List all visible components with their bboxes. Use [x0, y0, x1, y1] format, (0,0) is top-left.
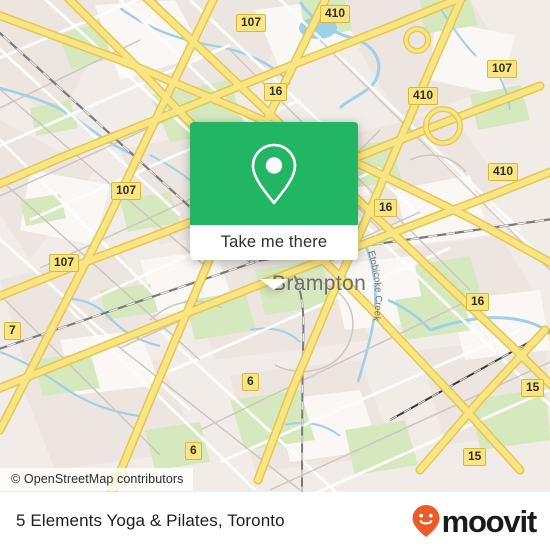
- place-title: 5 Elements Yoga & Pilates, Toronto: [16, 511, 285, 530]
- route-shield-label: 107: [116, 183, 137, 197]
- route-shield-label: 410: [493, 164, 514, 178]
- take-me-there-label: Take me there: [220, 233, 328, 251]
- route-shield-label: 16: [471, 294, 485, 308]
- route-shield: 410: [320, 5, 351, 23]
- map-attribution[interactable]: © OpenStreetMap contributors: [0, 468, 193, 491]
- route-shield-label: 16: [269, 84, 283, 98]
- moovit-brand-logo[interactable]: moovit: [411, 503, 538, 539]
- callout-pointer: [260, 279, 288, 290]
- route-shield: 410: [488, 163, 519, 181]
- route-shield-label: 6: [247, 374, 254, 388]
- route-shield: 107: [111, 182, 142, 200]
- route-shield: 107: [236, 14, 267, 32]
- location-pin-icon: [251, 143, 297, 204]
- route-shield: 16: [264, 83, 288, 101]
- route-shield: 107: [487, 60, 518, 78]
- route-shield-label: 107: [54, 255, 75, 269]
- route-shield-label: 15: [526, 380, 540, 394]
- route-shield: 6: [185, 442, 202, 460]
- route-shield: 16: [374, 199, 398, 217]
- footer-bar: 5 Elements Yoga & Pilates, Toronto moovi…: [0, 492, 550, 550]
- route-shield: 107: [49, 254, 80, 272]
- route-shield: 16: [466, 293, 490, 311]
- route-shield-label: 410: [413, 88, 434, 102]
- route-shield: 7: [4, 322, 21, 340]
- route-shield-label: 6: [190, 443, 197, 457]
- route-shield: 15: [521, 379, 545, 397]
- moovit-smiley-pin-icon: [412, 505, 440, 537]
- take-me-there-callout[interactable]: Take me there: [190, 122, 358, 290]
- route-shield: 15: [463, 448, 487, 466]
- map-viewport[interactable]: Brampton Etobicoke Creek 107 410 107 16 410 1…: [0, 0, 550, 492]
- moovit-wordmark: moovit: [441, 503, 538, 539]
- callout-action-bar[interactable]: Take me there: [190, 225, 358, 260]
- route-shield-label: 107: [241, 15, 262, 29]
- route-shield: 410: [408, 87, 439, 105]
- route-shield-label: 16: [379, 200, 393, 214]
- route-shield-label: 410: [325, 6, 346, 20]
- route-shield-label: 107: [492, 61, 513, 75]
- route-shield: 6: [242, 373, 259, 391]
- route-shield-label: 7: [9, 323, 16, 337]
- moovit-map-screenshot: Brampton Etobicoke Creek 107 410 107 16 410 1…: [0, 0, 550, 550]
- route-shield-label: 15: [468, 449, 482, 463]
- callout-icon-area: [190, 122, 358, 225]
